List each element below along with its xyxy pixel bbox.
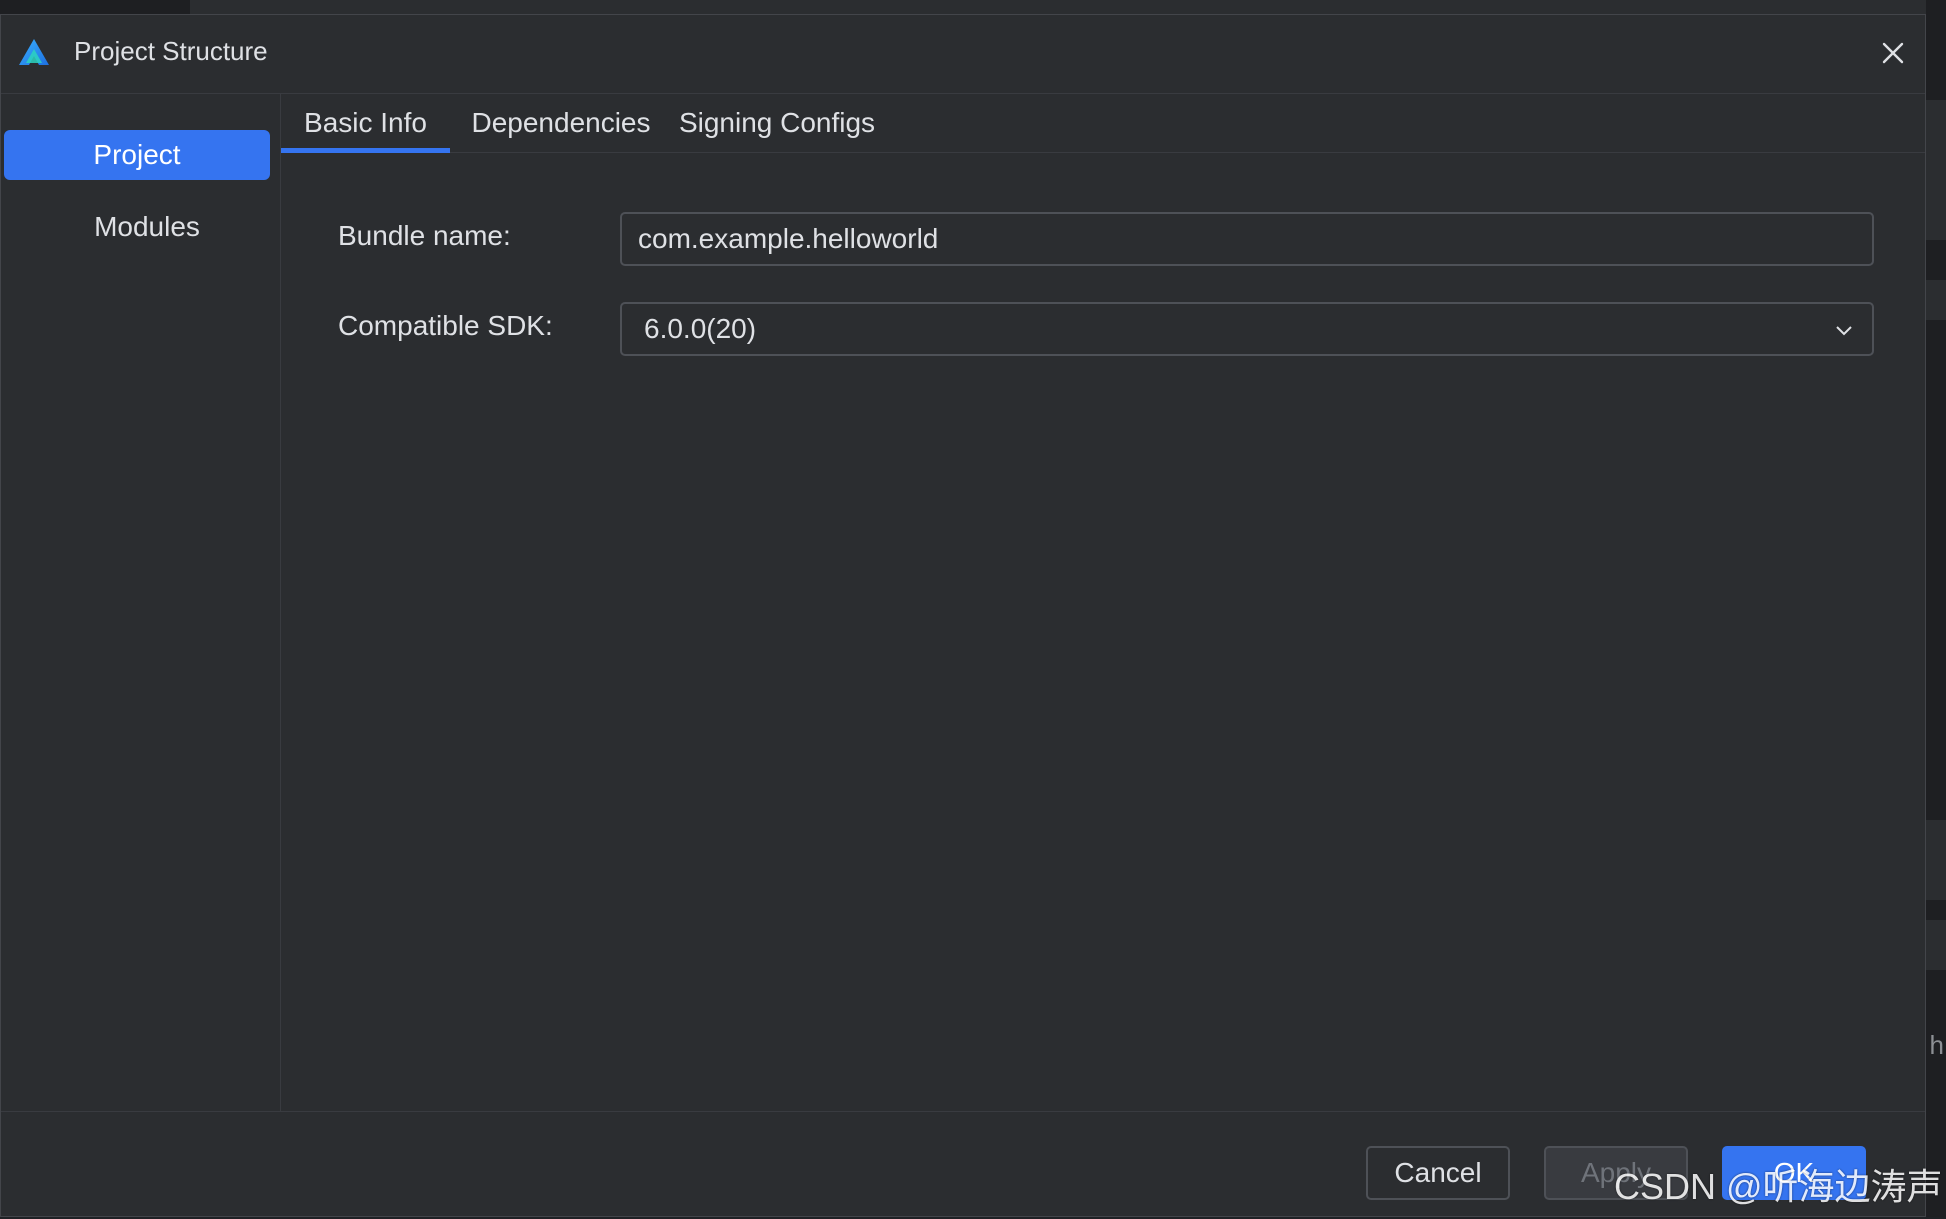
sidebar-item-project[interactable]: Project	[4, 130, 270, 180]
app-logo-icon	[19, 39, 49, 65]
compatible-sdk-select[interactable]: 6.0.0(20)	[620, 302, 1874, 356]
dialog-title: Project Structure	[74, 36, 268, 66]
sidebar: Project Modules	[1, 94, 281, 1111]
bundle-name-label: Bundle name:	[338, 220, 511, 251]
chevron-down-icon	[1836, 326, 1852, 336]
watermark: CSDN @听海边涛声	[1614, 1166, 1943, 1207]
background-panel	[1926, 100, 1946, 240]
background-panel	[1926, 920, 1946, 970]
main-content: Basic Info Dependencies Signing Configs …	[281, 94, 1925, 1111]
background-panel	[1926, 820, 1946, 900]
background-ide-topbar	[0, 0, 1946, 14]
background-ide-rightbar: h	[1926, 0, 1946, 1217]
bundle-name-input[interactable]	[620, 212, 1874, 266]
background-editor-strip	[190, 0, 1926, 14]
compatible-sdk-label: Compatible SDK:	[338, 310, 553, 341]
close-icon[interactable]	[1877, 37, 1909, 69]
cancel-button[interactable]: Cancel	[1366, 1146, 1510, 1200]
tab-basic-info[interactable]: Basic Info	[281, 94, 450, 153]
background-panel	[1926, 280, 1946, 320]
tab-signing-configs[interactable]: Signing Configs	[677, 94, 877, 152]
compatible-sdk-value: 6.0.0(20)	[644, 313, 757, 344]
tab-bar: Basic Info Dependencies Signing Configs	[281, 94, 1925, 153]
sidebar-item-modules[interactable]: Modules	[14, 202, 280, 252]
background-text-fragment: h	[1929, 1030, 1944, 1060]
project-structure-dialog: Project Structure Project Modules Basic …	[0, 14, 1926, 1217]
tab-dependencies[interactable]: Dependencies	[471, 94, 651, 152]
dialog-titlebar: Project Structure	[1, 15, 1925, 94]
